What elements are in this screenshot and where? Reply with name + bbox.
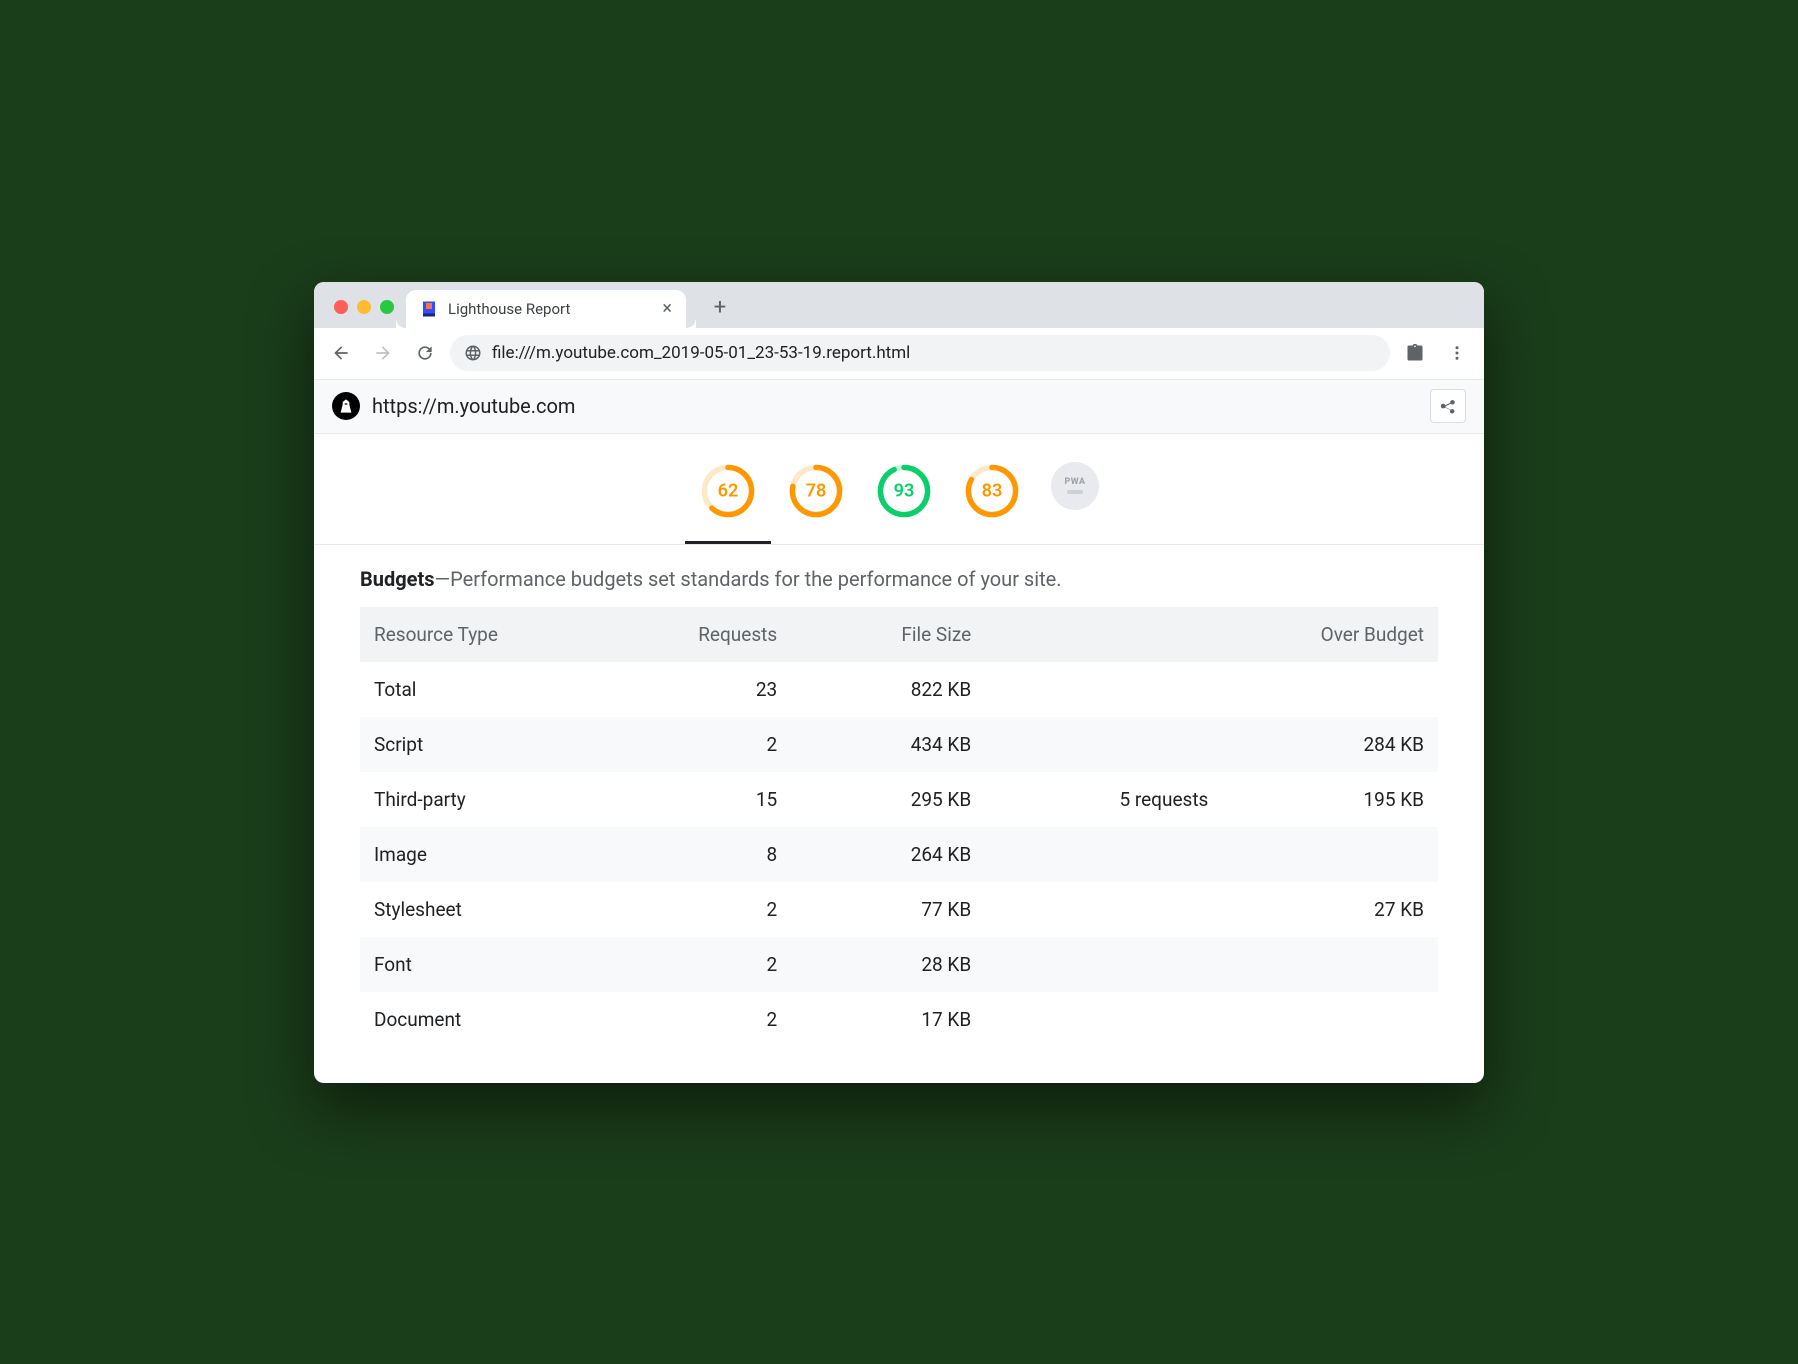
- lighthouse-logo-icon: [332, 392, 360, 420]
- table-row: Image8264 KB: [360, 827, 1438, 882]
- cell-type: Image: [360, 827, 640, 882]
- cell-type: Document: [360, 992, 640, 1047]
- col-resource-type: Resource Type: [360, 607, 640, 662]
- close-window-icon[interactable]: [334, 300, 348, 314]
- table-row: Third-party15295 KB5 requests195 KB: [360, 772, 1438, 827]
- close-tab-icon[interactable]: ×: [662, 300, 672, 318]
- gauge-ring-icon: 83: [963, 462, 1021, 520]
- globe-icon: [464, 344, 482, 362]
- svg-text:62: 62: [718, 480, 739, 501]
- col-requests: Requests: [640, 607, 791, 662]
- cell-type: Script: [360, 717, 640, 772]
- browser-toolbar: file:///m.youtube.com_2019-05-01_23-53-1…: [314, 328, 1484, 380]
- cell-type: Stylesheet: [360, 882, 640, 937]
- report-header: https://m.youtube.com: [314, 380, 1484, 434]
- tab-title: Lighthouse Report: [448, 300, 570, 318]
- cell-over-requests: [985, 662, 1222, 717]
- pwa-label: PWA: [1064, 477, 1085, 487]
- budgets-table: Resource Type Requests File Size Over Bu…: [360, 607, 1438, 1047]
- pwa-badge-icon: PWA: [1051, 462, 1099, 510]
- browser-window: Lighthouse Report × + file:///m.youtube.…: [314, 282, 1484, 1083]
- cell-over-size: 284 KB: [1222, 717, 1438, 772]
- extensions-button[interactable]: [1398, 336, 1432, 370]
- share-icon: [1439, 397, 1457, 415]
- cell-over-requests: [985, 717, 1222, 772]
- minimize-window-icon[interactable]: [357, 300, 371, 314]
- table-header-row: Resource Type Requests File Size Over Bu…: [360, 607, 1438, 662]
- cell-size: 434 KB: [791, 717, 985, 772]
- browser-menu-button[interactable]: [1440, 336, 1474, 370]
- table-row: Total23822 KB: [360, 662, 1438, 717]
- arrow-left-icon: [331, 343, 351, 363]
- col-over-budget-requests: [985, 607, 1222, 662]
- lighthouse-favicon-icon: [420, 300, 438, 318]
- reload-icon: [415, 343, 435, 363]
- table-row: Stylesheet277 KB 27 KB: [360, 882, 1438, 937]
- cell-requests: 23: [640, 662, 791, 717]
- reload-button[interactable]: [408, 336, 442, 370]
- cell-over-requests: [985, 937, 1222, 992]
- score-gauge-0[interactable]: 62: [699, 462, 757, 520]
- cell-requests: 15: [640, 772, 791, 827]
- cell-type: Font: [360, 937, 640, 992]
- cell-over-size: [1222, 827, 1438, 882]
- col-over-budget: Over Budget: [1222, 607, 1438, 662]
- cell-over-requests: [985, 827, 1222, 882]
- table-row: Font228 KB: [360, 937, 1438, 992]
- score-gauge-1[interactable]: 78: [787, 462, 845, 520]
- cell-requests: 2: [640, 717, 791, 772]
- arrow-right-icon: [373, 343, 393, 363]
- gauge-ring-icon: 62: [699, 462, 757, 520]
- cell-size: 17 KB: [791, 992, 985, 1047]
- cell-type: Total: [360, 662, 640, 717]
- window-controls: [326, 300, 406, 328]
- cell-over-requests: [985, 992, 1222, 1047]
- kebab-icon: [1448, 344, 1466, 362]
- forward-button[interactable]: [366, 336, 400, 370]
- cell-requests: 2: [640, 937, 791, 992]
- address-bar-text: file:///m.youtube.com_2019-05-01_23-53-1…: [492, 343, 910, 363]
- cell-size: 77 KB: [791, 882, 985, 937]
- score-gauges: 62 78 93 83 PWA: [314, 434, 1484, 545]
- pwa-gauge[interactable]: PWA: [1051, 462, 1099, 520]
- cell-requests: 8: [640, 827, 791, 882]
- cell-type: Third-party: [360, 772, 640, 827]
- share-button[interactable]: [1430, 389, 1466, 423]
- table-row: Script2434 KB 284 KB: [360, 717, 1438, 772]
- cell-over-size: 195 KB: [1222, 772, 1438, 827]
- address-bar[interactable]: file:///m.youtube.com_2019-05-01_23-53-1…: [450, 335, 1390, 371]
- col-file-size: File Size: [791, 607, 985, 662]
- cell-size: 822 KB: [791, 662, 985, 717]
- cell-over-size: 27 KB: [1222, 882, 1438, 937]
- svg-text:78: 78: [806, 480, 827, 501]
- cell-requests: 2: [640, 882, 791, 937]
- svg-text:83: 83: [982, 480, 1003, 501]
- gauge-ring-icon: 93: [875, 462, 933, 520]
- cell-requests: 2: [640, 992, 791, 1047]
- cell-over-size: [1222, 662, 1438, 717]
- cell-size: 264 KB: [791, 827, 985, 882]
- budgets-section: Budgets—Performance budgets set standard…: [314, 545, 1484, 1083]
- score-gauge-3[interactable]: 83: [963, 462, 1021, 520]
- new-tab-button[interactable]: +: [704, 292, 736, 324]
- maximize-window-icon[interactable]: [380, 300, 394, 314]
- browser-tab[interactable]: Lighthouse Report ×: [406, 290, 686, 328]
- cell-over-size: [1222, 937, 1438, 992]
- cell-over-size: [1222, 992, 1438, 1047]
- score-gauge-2[interactable]: 93: [875, 462, 933, 520]
- report-site-url: https://m.youtube.com: [372, 394, 575, 418]
- cell-size: 295 KB: [791, 772, 985, 827]
- svg-text:93: 93: [894, 480, 915, 501]
- clipboard-icon: [1405, 343, 1425, 363]
- cell-size: 28 KB: [791, 937, 985, 992]
- section-title: Budgets: [360, 567, 435, 591]
- back-button[interactable]: [324, 336, 358, 370]
- cell-over-requests: [985, 882, 1222, 937]
- section-description: Budgets—Performance budgets set standard…: [360, 567, 1438, 591]
- tab-strip: Lighthouse Report × +: [314, 282, 1484, 328]
- cell-over-requests: 5 requests: [985, 772, 1222, 827]
- gauge-ring-icon: 78: [787, 462, 845, 520]
- table-row: Document217 KB: [360, 992, 1438, 1047]
